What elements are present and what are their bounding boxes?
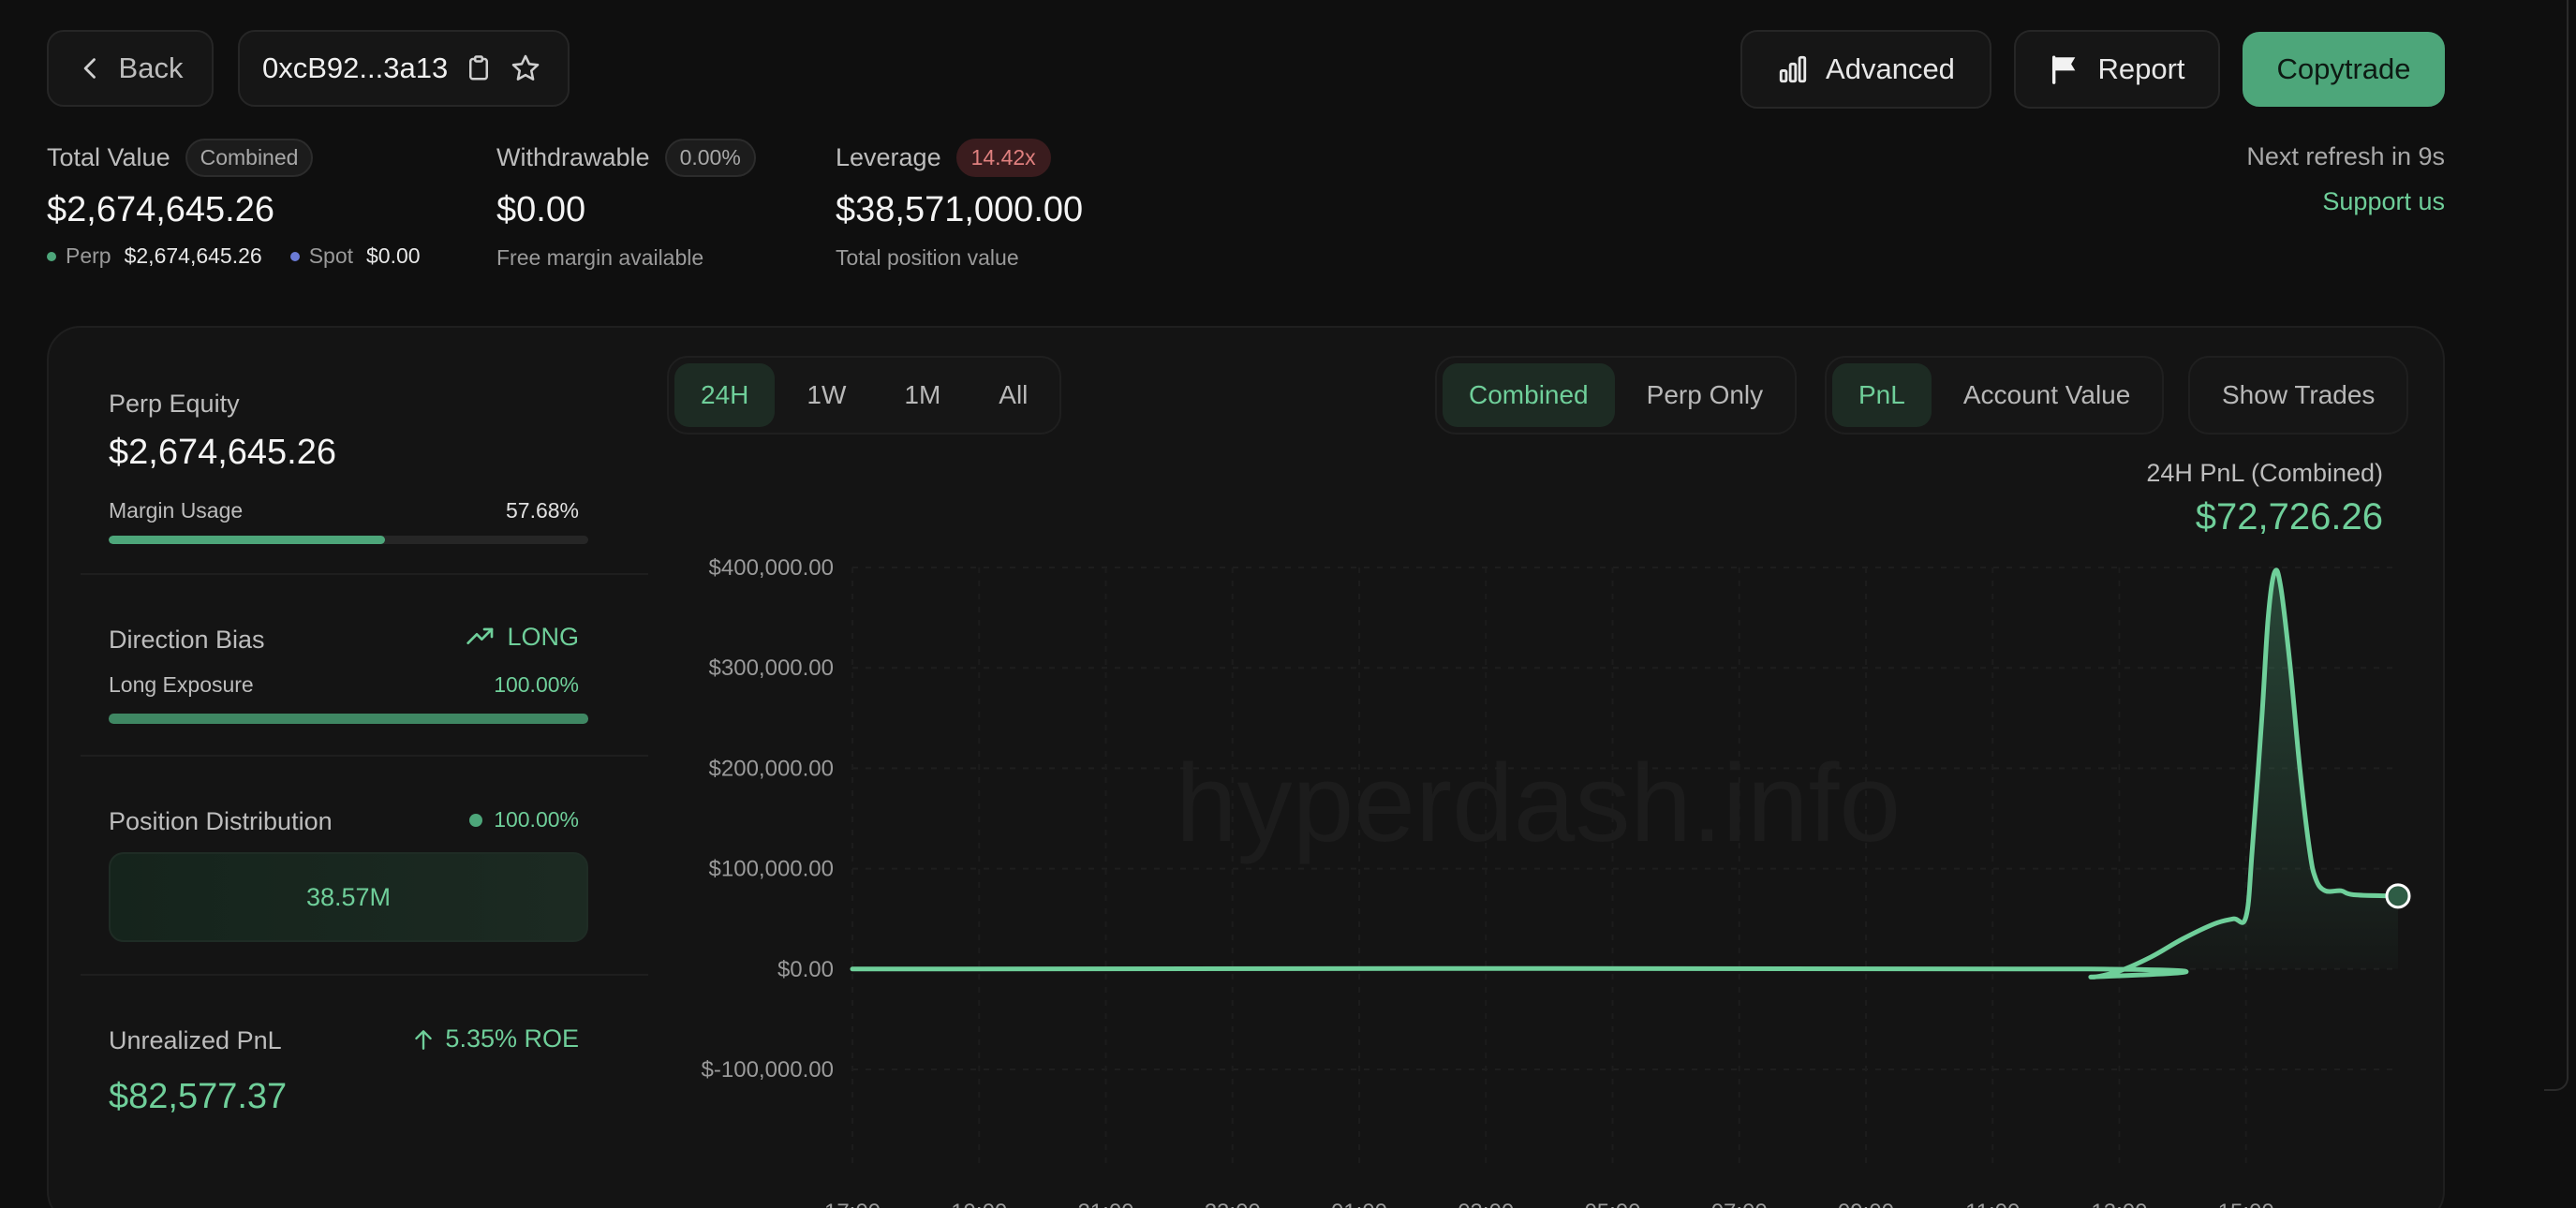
x-tick-label: 15:00	[2218, 1200, 2274, 1208]
spot-value: $0.00	[366, 243, 421, 268]
withdrawable-stat: Withdrawable 0.00% $0.00 Free margin ava…	[496, 139, 756, 271]
scrollbar[interactable]	[2544, 0, 2569, 1091]
advanced-button[interactable]: Advanced	[1740, 30, 1991, 109]
x-tick-label: 17:00	[824, 1200, 881, 1208]
spot-dot-icon	[289, 251, 300, 261]
copytrade-button[interactable]: Copytrade	[2243, 32, 2445, 107]
total-value: $2,674,645.26	[47, 190, 275, 229]
x-tick-label: 21:00	[1077, 1200, 1133, 1208]
y-tick-label: $400,000.00	[709, 555, 834, 581]
x-tick-label: 09:00	[1838, 1200, 1894, 1208]
leverage-badge: 14.42x	[955, 139, 1051, 177]
total-value-stat: Total Value Combined $2,674,645.26 Perp …	[47, 139, 421, 269]
address-chip: 0xcB92...3a13	[238, 30, 570, 107]
x-tick-label: 13:00	[2091, 1200, 2147, 1208]
wallet-card: Perp Equity $2,674,645.26 Margin Usage 5…	[47, 326, 2445, 1208]
leverage-label: Leverage	[836, 143, 941, 171]
x-tick-label: 01:00	[1331, 1200, 1387, 1208]
star-icon[interactable]	[510, 52, 541, 84]
back-label: Back	[118, 52, 184, 84]
flag-icon	[2052, 55, 2076, 84]
latest-point-marker[interactable]	[2385, 883, 2411, 909]
bar-chart-icon	[1779, 55, 1807, 83]
perp-label: Perp	[66, 243, 111, 268]
x-tick-label: 07:00	[1711, 1200, 1768, 1208]
withdrawable-value: $0.00	[496, 190, 586, 229]
report-button[interactable]: Report	[2014, 30, 2220, 109]
x-tick-label: 03:00	[1458, 1200, 1514, 1208]
support-link[interactable]: Support us	[2322, 187, 2445, 216]
withdrawable-sub: Free margin available	[496, 245, 704, 270]
withdrawable-label: Withdrawable	[496, 143, 650, 171]
copy-icon[interactable]	[465, 54, 493, 82]
y-tick-label: $200,000.00	[709, 756, 834, 781]
chevron-left-icon	[83, 58, 96, 79]
combined-badge: Combined	[185, 139, 314, 177]
wallet-address: 0xcB92...3a13	[262, 52, 449, 84]
x-tick-label: 19:00	[951, 1200, 1007, 1208]
spot-label: Spot	[308, 243, 354, 268]
withdrawable-badge: 0.00%	[664, 139, 756, 177]
leverage-value: $38,571,000.00	[836, 190, 1084, 229]
total-value-label: Total Value	[47, 143, 170, 171]
back-button[interactable]: Back	[47, 30, 214, 107]
x-tick-label: 05:00	[1584, 1200, 1640, 1208]
y-tick-label: $0.00	[777, 957, 834, 982]
y-tick-label: $300,000.00	[709, 656, 834, 681]
perp-dot-icon	[47, 251, 56, 261]
y-tick-label: $-100,000.00	[702, 1057, 834, 1083]
refresh-countdown: Next refresh in 9s	[2246, 142, 2445, 170]
advanced-label: Advanced	[1826, 52, 1955, 85]
watermark: hyperdash.info	[1176, 742, 1901, 865]
report-label: Report	[2097, 52, 2185, 85]
x-tick-label: 11:00	[1965, 1200, 2020, 1208]
leverage-sub: Total position value	[836, 245, 1019, 270]
leverage-stat: Leverage 14.42x $38,571,000.00 Total pos…	[836, 139, 1083, 271]
x-tick-label: 23:00	[1205, 1200, 1261, 1208]
perp-value: $2,674,645.26	[124, 243, 262, 268]
pnl-chart: hyperdash.info $400,000.00 $300,000.00 $20…	[702, 555, 2411, 1208]
y-tick-label: $100,000.00	[709, 857, 834, 882]
